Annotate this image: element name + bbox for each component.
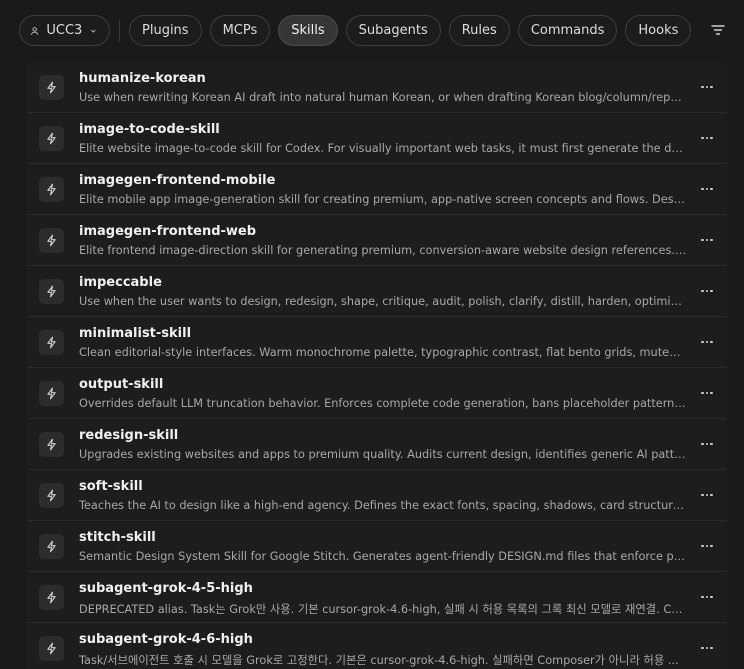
lightning-icon xyxy=(47,540,56,553)
more-horizontal-icon[interactable] xyxy=(699,386,715,400)
lightning-icon xyxy=(47,81,56,94)
skill-name: impeccable xyxy=(79,275,162,290)
more-horizontal-icon[interactable] xyxy=(699,284,715,298)
skill-row[interactable]: imagegen-frontend-mobile Elite mobile ap… xyxy=(27,164,727,215)
workspace-selector[interactable]: UCC3 xyxy=(19,15,110,46)
workspace-label: UCC3 xyxy=(46,23,83,38)
skill-name: imagegen-frontend-web xyxy=(79,224,257,239)
skill-icon-box xyxy=(39,636,64,661)
skill-icon-box xyxy=(39,228,64,253)
user-icon xyxy=(31,26,39,35)
more-horizontal-icon[interactable] xyxy=(699,641,715,655)
lightning-icon xyxy=(47,591,56,604)
skill-row[interactable]: stitch-skill Semantic Design System Skil… xyxy=(27,521,727,572)
lightning-icon xyxy=(47,642,56,655)
tab-skills[interactable]: Skills xyxy=(278,15,338,46)
skill-description: Semantic Design System Skill for Google … xyxy=(79,550,687,563)
skill-row[interactable]: impeccable Use when the user wants to de… xyxy=(27,266,727,317)
more-horizontal-icon[interactable] xyxy=(699,182,715,196)
skill-name: redesign-skill xyxy=(79,428,179,443)
skill-icon-box xyxy=(39,177,64,202)
skill-description: Upgrades existing websites and apps to p… xyxy=(79,448,687,461)
skill-description: Teaches the AI to design like a high-end… xyxy=(79,499,687,512)
skill-row[interactable]: subagent-grok-4-6-high Task/서브에이전트 호출 시 … xyxy=(27,623,727,669)
lightning-icon xyxy=(47,387,56,400)
more-horizontal-icon[interactable] xyxy=(699,590,715,604)
skill-icon-box xyxy=(39,534,64,559)
skill-icon-box xyxy=(39,585,64,610)
skill-icon-box xyxy=(39,330,64,355)
skill-description: Overrides default LLM truncation behavio… xyxy=(79,397,687,410)
skill-description: DEPRECATED alias. Task는 Grok만 사용. 기본 cur… xyxy=(79,603,687,616)
filter-icon[interactable] xyxy=(709,22,727,38)
more-horizontal-icon[interactable] xyxy=(699,488,715,502)
more-horizontal-icon[interactable] xyxy=(699,437,715,451)
skill-list: humanize-korean Use when rewriting Korea… xyxy=(27,62,727,669)
tab-bar: UCC3 Plugins MCPs Skills Subagents Rules… xyxy=(19,15,699,46)
skill-name: minimalist-skill xyxy=(79,326,192,341)
skill-name: soft-skill xyxy=(79,479,143,494)
skill-name: image-to-code-skill xyxy=(79,122,220,137)
more-horizontal-icon[interactable] xyxy=(699,233,715,247)
lightning-icon xyxy=(47,489,56,502)
skill-icon-box xyxy=(39,483,64,508)
skill-icon-box xyxy=(39,126,64,151)
tab-hooks[interactable]: Hooks xyxy=(625,15,692,46)
lightning-icon xyxy=(47,183,56,196)
more-horizontal-icon[interactable] xyxy=(699,335,715,349)
skill-name: subagent-grok-4-6-high xyxy=(79,632,253,647)
lightning-icon xyxy=(47,234,56,247)
skill-description: Elite website image-to-code skill for Co… xyxy=(79,142,687,155)
skill-name: output-skill xyxy=(79,377,164,392)
skill-row[interactable]: output-skill Overrides default LLM trunc… xyxy=(27,368,727,419)
skill-icon-box xyxy=(39,279,64,304)
skill-row[interactable]: minimalist-skill Clean editorial-style i… xyxy=(27,317,727,368)
tab-plugins[interactable]: Plugins xyxy=(129,15,202,46)
chevron-down-icon xyxy=(91,29,96,33)
lightning-icon xyxy=(47,132,56,145)
skill-name: humanize-korean xyxy=(79,71,206,86)
tab-mcps[interactable]: MCPs xyxy=(209,15,271,46)
more-horizontal-icon[interactable] xyxy=(699,80,715,94)
lightning-icon xyxy=(47,336,56,349)
toolbar: UCC3 Plugins MCPs Skills Subagents Rules… xyxy=(0,0,744,62)
skill-description: Use when rewriting Korean AI draft into … xyxy=(79,91,687,104)
skill-description: Task/서브에이전트 호출 시 모델을 Grok로 고정한다. 기본은 cur… xyxy=(79,654,679,667)
skill-icon-box xyxy=(39,432,64,457)
tab-subagents[interactable]: Subagents xyxy=(345,15,441,46)
skill-row[interactable]: image-to-code-skill Elite website image-… xyxy=(27,113,727,164)
skill-name: imagegen-frontend-mobile xyxy=(79,173,276,188)
skill-name: subagent-grok-4-5-high xyxy=(79,581,253,596)
skill-row[interactable]: redesign-skill Upgrades existing website… xyxy=(27,419,727,470)
tab-rules[interactable]: Rules xyxy=(448,15,510,46)
divider xyxy=(119,19,120,42)
tab-commands[interactable]: Commands xyxy=(517,15,618,46)
skill-description: Elite frontend image-direction skill for… xyxy=(79,244,687,257)
skill-icon-box xyxy=(39,381,64,406)
skill-name: stitch-skill xyxy=(79,530,156,545)
lightning-icon xyxy=(47,438,56,451)
skill-description: Use when the user wants to design, redes… xyxy=(79,295,687,308)
skill-description: Elite mobile app image-generation skill … xyxy=(79,193,687,206)
skill-row[interactable]: humanize-korean Use when rewriting Korea… xyxy=(27,62,727,113)
more-horizontal-icon[interactable] xyxy=(699,131,715,145)
skill-icon-box xyxy=(39,75,64,100)
skill-row[interactable]: soft-skill Teaches the AI to design like… xyxy=(27,470,727,521)
more-horizontal-icon[interactable] xyxy=(699,539,715,553)
lightning-icon xyxy=(47,285,56,298)
skill-row[interactable]: imagegen-frontend-web Elite frontend ima… xyxy=(27,215,727,266)
skill-row[interactable]: subagent-grok-4-5-high DEPRECATED alias.… xyxy=(27,572,727,623)
skill-description: Clean editorial-style interfaces. Warm m… xyxy=(79,346,687,359)
